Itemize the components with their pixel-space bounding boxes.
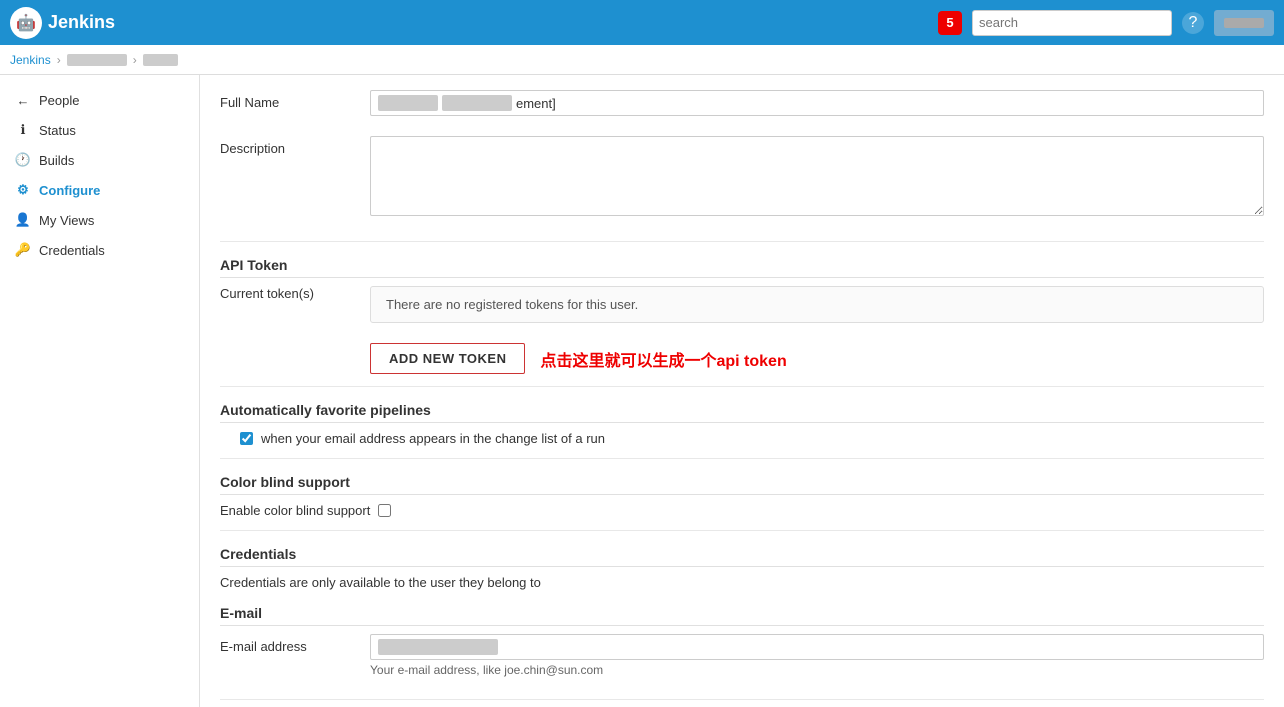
full-name-blurred1	[378, 95, 438, 111]
logo: 🤖 Jenkins	[10, 7, 115, 39]
full-name-control: ement]	[370, 90, 1264, 116]
breadcrumb: Jenkins › ›	[0, 45, 1284, 75]
auto-favorite-checkbox-label: when your email address appears in the c…	[261, 431, 605, 446]
divider5	[220, 699, 1264, 700]
breadcrumb-page-blurred	[143, 54, 178, 66]
auto-favorite-checkbox-row: when your email address appears in the c…	[240, 431, 1264, 446]
breadcrumb-separator: ›	[57, 53, 61, 67]
gear-icon: ⚙	[15, 182, 31, 198]
description-row: Description	[220, 136, 1264, 229]
sidebar-item-people[interactable]: ← People	[0, 85, 199, 115]
info-icon: ℹ	[15, 122, 31, 138]
credentials-desc: Credentials are only available to the us…	[220, 575, 1264, 590]
color-blind-row: Enable color blind support	[220, 503, 1264, 518]
sidebar-label-status: Status	[39, 123, 76, 138]
divider3	[220, 458, 1264, 459]
full-name-label: Full Name	[220, 90, 370, 110]
help-icon[interactable]: ?	[1182, 12, 1204, 34]
sidebar-item-my-views[interactable]: 👤 My Views	[0, 205, 199, 235]
arrow-left-icon: ←	[15, 92, 31, 108]
full-name-suffix: ement]	[516, 96, 556, 111]
divider1	[220, 241, 1264, 242]
sidebar-item-configure[interactable]: ⚙ Configure	[0, 175, 199, 205]
email-control: Your e-mail address, like joe.chin@sun.c…	[370, 634, 1264, 677]
user-menu-button[interactable]	[1214, 10, 1274, 36]
full-name-blurred2	[442, 95, 512, 111]
description-label: Description	[220, 136, 370, 156]
sidebar-item-status[interactable]: ℹ Status	[0, 115, 199, 145]
email-address-label: E-mail address	[220, 634, 370, 654]
email-hint: Your e-mail address, like joe.chin@sun.c…	[370, 663, 1264, 677]
sidebar-label-credentials: Credentials	[39, 243, 105, 258]
description-textarea[interactable]	[370, 136, 1264, 216]
api-token-row: Current token(s) There are no registered…	[220, 286, 1264, 333]
auto-favorite-checkbox[interactable]	[240, 432, 253, 445]
email-blurred	[378, 639, 498, 655]
sidebar-label-my-views: My Views	[39, 213, 94, 228]
divider4	[220, 530, 1264, 531]
person-icon: 👤	[15, 212, 31, 228]
description-control	[370, 136, 1264, 219]
full-name-row: Full Name ement]	[220, 90, 1264, 126]
api-token-header: API Token	[220, 257, 1264, 278]
key-icon: 🔑	[15, 242, 31, 258]
layout: ← People ℹ Status 🕐 Builds ⚙ Configure 👤…	[0, 75, 1284, 707]
color-blind-checkbox-label: Enable color blind support	[220, 503, 370, 518]
breadcrumb-separator2: ›	[133, 53, 137, 67]
sidebar-label-configure: Configure	[39, 183, 100, 198]
breadcrumb-user-blurred	[67, 54, 127, 66]
current-tokens-label: Current token(s)	[220, 286, 370, 301]
sidebar-item-builds[interactable]: 🕐 Builds	[0, 145, 199, 175]
sidebar: ← People ℹ Status 🕐 Builds ⚙ Configure 👤…	[0, 75, 200, 707]
divider2	[220, 386, 1264, 387]
color-blind-checkbox-row: Enable color blind support	[220, 503, 1264, 518]
credentials-header: Credentials	[220, 546, 1264, 567]
auto-favorite-header: Automatically favorite pipelines	[220, 402, 1264, 423]
add-new-token-button[interactable]: ADD NEW TOKEN	[370, 343, 525, 374]
jenkins-logo-icon: 🤖	[10, 7, 42, 39]
sidebar-label-builds: Builds	[39, 153, 74, 168]
breadcrumb-jenkins-link[interactable]: Jenkins	[10, 53, 51, 67]
annotation-text: 点击这里就可以生成一个api token	[540, 347, 786, 371]
no-tokens-text: There are no registered tokens for this …	[386, 297, 638, 312]
sidebar-label-people: People	[39, 93, 79, 108]
color-blind-header: Color blind support	[220, 474, 1264, 495]
main-content: Full Name ement] Description API Token C…	[200, 75, 1284, 707]
email-row: E-mail address Your e-mail address, like…	[220, 634, 1264, 687]
search-input[interactable]	[972, 10, 1172, 36]
color-blind-checkbox[interactable]	[378, 504, 391, 517]
auto-favorite-row: when your email address appears in the c…	[240, 431, 1264, 446]
clock-icon: 🕐	[15, 152, 31, 168]
header: 🤖 Jenkins 5 ?	[0, 0, 1284, 45]
app-title: Jenkins	[48, 12, 115, 33]
notification-badge[interactable]: 5	[938, 11, 962, 35]
add-token-row: ADD NEW TOKEN 点击这里就可以生成一个api token	[370, 343, 1264, 374]
email-header: E-mail	[220, 605, 1264, 626]
sidebar-item-credentials[interactable]: 🔑 Credentials	[0, 235, 199, 265]
token-box: There are no registered tokens for this …	[370, 286, 1264, 323]
